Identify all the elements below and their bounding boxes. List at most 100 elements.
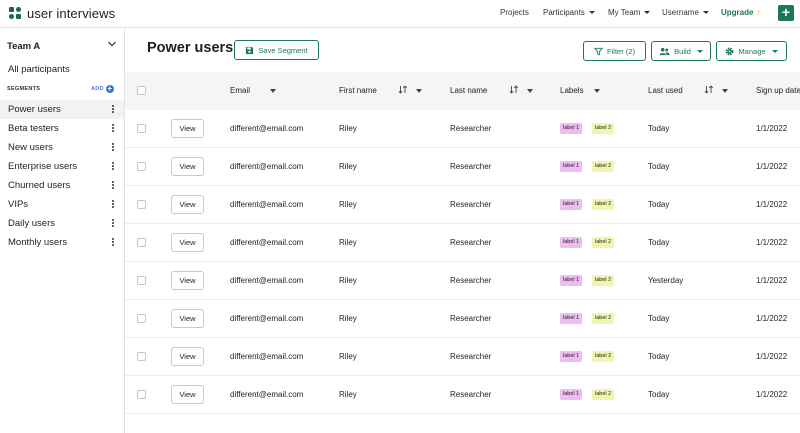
more-vertical-icon[interactable] [112,124,115,134]
sort-icon[interactable] [398,85,408,94]
segment-label: Enterprise users [8,161,78,172]
view-button[interactable]: View [171,233,204,252]
label-badge: label 2 [592,199,615,210]
more-vertical-icon[interactable] [112,143,115,153]
table-row: View different@email.com Riley Researche… [125,376,800,414]
logo[interactable]: user interviews [9,6,115,21]
segment-item-vips[interactable]: VIPs [0,195,124,214]
nav-my-team[interactable]: My Team [608,8,651,17]
add-segment-button[interactable]: ADD + [91,85,114,93]
chevron-down-icon[interactable] [594,89,600,93]
select-all-checkbox[interactable] [137,86,146,95]
column-last-name[interactable]: Last name [450,86,487,95]
chevron-down-icon[interactable] [416,89,422,93]
column-email[interactable]: Email [230,86,250,95]
view-button[interactable]: View [171,271,204,290]
nav-participants[interactable]: Participants [543,8,595,17]
upgrade-link[interactable]: Upgrade ↑ [721,8,760,17]
last-used-cell: Yesterday [648,276,684,285]
table-header: Email First name Last name Labels Last u… [125,72,800,110]
more-vertical-icon[interactable] [112,238,115,248]
row-checkbox[interactable] [137,352,146,361]
create-button[interactable]: + [778,5,794,21]
label-badge: label 1 [560,123,583,134]
last-name-cell: Researcher [450,200,492,209]
plus-icon: + [781,4,791,20]
logo-icon [9,7,22,20]
view-button[interactable]: View [171,347,204,366]
first-name-cell: Riley [339,352,357,361]
segment-item-enterprise-users[interactable]: Enterprise users [0,157,124,176]
save-segment-label: Save Segment [258,45,308,55]
build-button[interactable]: Build [651,41,711,61]
email-cell: different@email.com [230,390,304,399]
nav-username[interactable]: Username [662,8,709,17]
nav-projects[interactable]: Projects [500,8,529,17]
more-vertical-icon[interactable] [112,181,115,191]
column-labels[interactable]: Labels [560,86,584,95]
segment-item-daily-users[interactable]: Daily users [0,214,124,233]
segment-item-new-users[interactable]: New users [0,138,124,157]
view-button[interactable]: View [171,119,204,138]
view-button[interactable]: View [171,309,204,328]
view-button[interactable]: View [171,157,204,176]
row-checkbox[interactable] [137,124,146,133]
sign-up-cell: 1/1/2022 [756,238,788,247]
label-badge: label 2 [592,161,615,172]
view-button[interactable]: View [171,195,204,214]
sort-icon[interactable] [704,85,714,94]
email-cell: different@email.com [230,200,304,209]
sort-icon[interactable] [509,85,519,94]
row-checkbox[interactable] [137,314,146,323]
chevron-down-icon[interactable] [108,40,116,48]
chevron-down-icon[interactable] [722,89,728,93]
more-vertical-icon[interactable] [112,162,115,172]
filter-button[interactable]: Filter (2) [583,41,646,61]
sign-up-cell: 1/1/2022 [756,390,788,399]
email-cell: different@email.com [230,276,304,285]
email-cell: different@email.com [230,162,304,171]
chevron-down-icon [696,49,703,53]
row-checkbox[interactable] [137,276,146,285]
label-badge: label 1 [560,237,583,248]
table-row: View different@email.com Riley Researche… [125,110,800,148]
column-sign-up-date[interactable]: Sign up date [756,86,800,95]
more-vertical-icon[interactable] [112,105,115,115]
table-row: View different@email.com Riley Researche… [125,262,800,300]
segment-item-beta-testers[interactable]: Beta testers [0,119,124,138]
table-row: View different@email.com Riley Researche… [125,338,800,376]
first-name-cell: Riley [339,124,357,133]
chevron-down-icon[interactable] [270,89,276,93]
row-checkbox[interactable] [137,200,146,209]
table-row: View different@email.com Riley Researche… [125,148,800,186]
label-badge: label 1 [560,275,583,286]
label-badge: label 1 [560,161,583,172]
segment-item-monthly-users[interactable]: Monthly users [0,233,124,252]
first-name-cell: Riley [339,314,357,323]
team-selector[interactable]: Team A [7,41,40,52]
last-used-cell: Today [648,238,670,247]
view-button[interactable]: View [171,385,204,404]
column-last-used[interactable]: Last used [648,86,683,95]
segment-label: VIPs [8,199,29,210]
first-name-cell: Riley [339,200,357,209]
more-vertical-icon[interactable] [112,219,115,229]
email-cell: different@email.com [230,238,304,247]
label-badge: label 2 [592,123,615,134]
segment-item-churned-users[interactable]: Churned users [0,176,124,195]
manage-button[interactable]: Manage [716,41,787,61]
first-name-cell: Riley [339,238,357,247]
nav-projects-label: Projects [500,8,529,17]
more-vertical-icon[interactable] [112,200,115,210]
segment-item-power-users[interactable]: Power users [0,100,124,119]
row-checkbox[interactable] [137,238,146,247]
chevron-down-icon [588,11,595,14]
all-participants-link[interactable]: All participants [8,64,70,75]
column-first-name[interactable]: First name [339,86,377,95]
nav-username-label: Username [662,8,699,17]
row-checkbox[interactable] [137,162,146,171]
save-segment-button[interactable]: Save Segment [234,40,319,60]
last-name-cell: Researcher [450,314,492,323]
chevron-down-icon[interactable] [527,89,533,93]
row-checkbox[interactable] [137,390,146,399]
